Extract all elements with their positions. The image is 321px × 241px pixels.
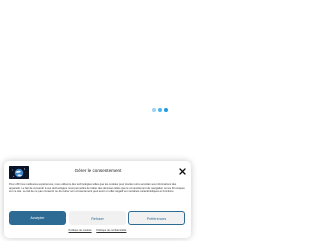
cookie-consent-dialog: Gérer le consentement Pour offrir les me… (4, 161, 191, 238)
brand-logo (9, 166, 29, 179)
close-icon (179, 168, 186, 175)
close-button[interactable] (179, 168, 186, 175)
loader-dot (152, 107, 156, 112)
consent-message: Pour offrir les meilleures expériences, … (9, 183, 185, 194)
accept-button[interactable]: Accepter (9, 211, 66, 225)
brand-logo-icon (9, 166, 29, 179)
dialog-title: Gérer le consentement (74, 168, 122, 173)
deny-button[interactable]: Refuser (69, 211, 126, 225)
privacy-policy-link[interactable]: Politique de confidentialité (96, 229, 126, 232)
page: Gérer le consentement Pour offrir les me… (0, 0, 321, 241)
preferences-button[interactable]: Préférences (128, 211, 185, 225)
cookie-policy-link[interactable]: Politique de cookies (69, 229, 92, 232)
policy-links: Politique de cookies Politique de confid… (4, 229, 191, 233)
loading-indicator (152, 107, 168, 112)
loader-dot (158, 107, 162, 112)
loader-dot (164, 107, 168, 112)
